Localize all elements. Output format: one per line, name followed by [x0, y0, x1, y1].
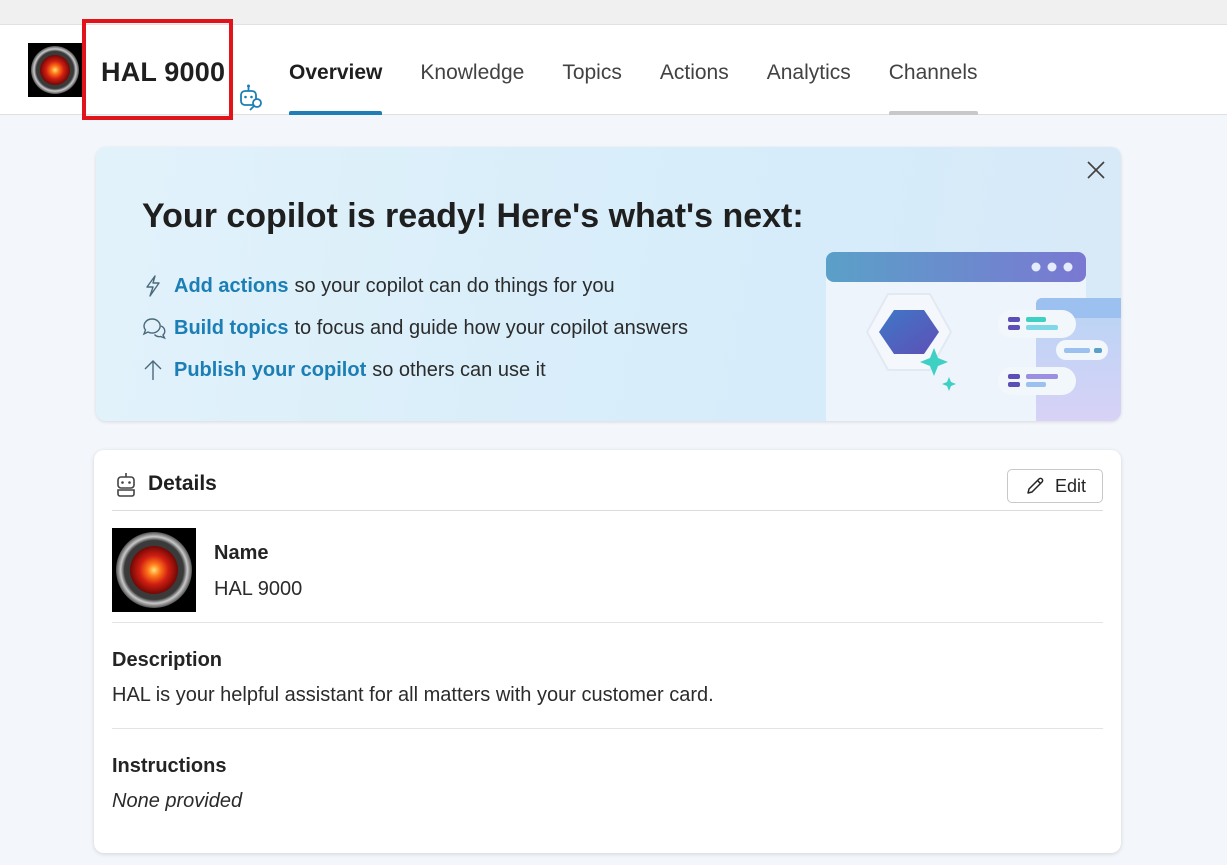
- description-label: Description: [112, 649, 223, 671]
- pencil-icon: [1027, 477, 1044, 494]
- arrow-up-icon: [142, 356, 174, 384]
- next-step-build-topics: Build topics to focus and guide how your…: [142, 307, 688, 349]
- next-step-text: so others can use it: [372, 358, 546, 381]
- lightning-icon: [142, 272, 174, 300]
- next-step-text: to focus and guide how your copilot answ…: [294, 316, 689, 339]
- hal-lens-eye: [40, 55, 70, 85]
- app-header: HAL 9000 Overview Knowledge Topics Actio…: [0, 19, 1227, 120]
- name-value: HAL 9000: [214, 578, 303, 600]
- name-label: Name: [214, 542, 269, 564]
- name-row: Name HAL 9000: [112, 528, 1103, 623]
- instructions-row: Instructions None provided: [112, 755, 1103, 825]
- next-step-publish: Publish your copilot so others can use i…: [142, 349, 688, 391]
- copilot-avatar[interactable]: [28, 43, 82, 97]
- tab-label: Overview: [289, 61, 383, 84]
- tab-label: Analytics: [766, 61, 851, 84]
- edit-button[interactable]: Edit: [1007, 469, 1103, 503]
- details-card: Details Edit Name HAL 9000 Description H…: [94, 450, 1121, 853]
- tab-label: Topics: [562, 61, 622, 84]
- bot-key-icon[interactable]: [237, 83, 265, 111]
- tab-label: Actions: [659, 61, 729, 84]
- next-step-text: so your copilot can do things for you: [294, 274, 615, 297]
- robot-icon: [117, 473, 135, 497]
- copilot-avatar-large: [112, 528, 196, 612]
- tab-topics[interactable]: Topics: [543, 25, 641, 115]
- tab-actions[interactable]: Actions: [641, 25, 748, 115]
- edit-label: Edit: [1054, 475, 1087, 496]
- chat-bubbles-icon: [142, 314, 174, 342]
- tab-hover-indicator: [888, 111, 978, 115]
- next-step-add-actions: Add actions so your copilot can do thing…: [142, 265, 688, 307]
- name-field: Name HAL 9000: [214, 542, 302, 601]
- instructions-value: None provided: [112, 790, 243, 812]
- tab-label: Knowledge: [420, 61, 525, 84]
- hal-lens-eye: [130, 546, 178, 594]
- banner-title: Your copilot is ready! Here's what's nex…: [142, 197, 804, 235]
- description-value: HAL is your helpful assistant for all ma…: [112, 684, 714, 706]
- tab-overview[interactable]: Overview: [270, 25, 401, 115]
- tab-analytics[interactable]: Analytics: [748, 25, 870, 115]
- nav-tabs: Overview Knowledge Topics Actions Analyt…: [270, 25, 997, 115]
- tab-label: Channels: [888, 61, 978, 84]
- description-row: Description HAL is your helpful assistan…: [112, 649, 1103, 729]
- details-header: Details Edit: [112, 468, 1103, 511]
- next-steps-list: Add actions so your copilot can do thing…: [142, 265, 688, 391]
- copilot-illustration: [826, 252, 1121, 421]
- tab-active-indicator: [289, 111, 383, 115]
- tab-channels[interactable]: Channels: [870, 25, 997, 115]
- tab-knowledge[interactable]: Knowledge: [401, 25, 543, 115]
- build-topics-link[interactable]: Build topics: [174, 317, 288, 340]
- close-icon[interactable]: [1085, 159, 1107, 181]
- details-title: Details: [148, 472, 217, 495]
- getting-started-banner: Your copilot is ready! Here's what's nex…: [96, 147, 1121, 421]
- publish-copilot-link[interactable]: Publish your copilot: [174, 359, 366, 382]
- instructions-label: Instructions: [112, 755, 227, 777]
- annotation-highlight-box: [82, 19, 233, 120]
- add-actions-link[interactable]: Add actions: [174, 275, 288, 298]
